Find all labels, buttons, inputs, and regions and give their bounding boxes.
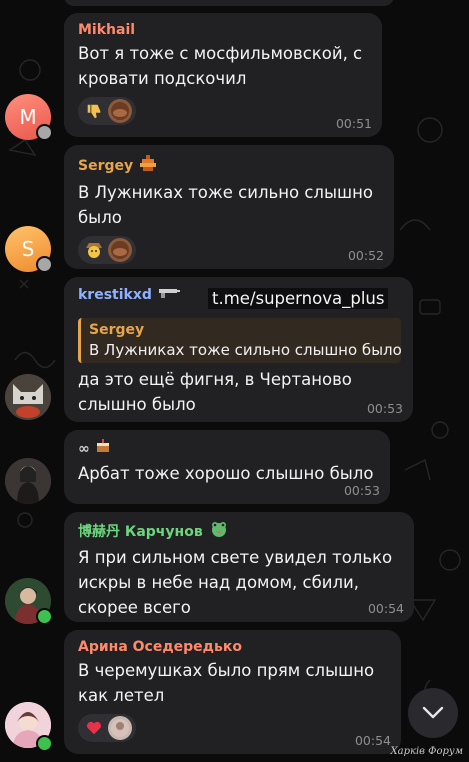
reaction-avatar-icon[interactable] xyxy=(108,238,132,262)
reaction-avatar-icon[interactable] xyxy=(108,716,132,740)
red-heart-icon[interactable] xyxy=(82,716,106,740)
gun-badge-icon xyxy=(157,285,181,304)
message-bubble[interactable]: ∞ Арбат тоже хорошо слышно было 00:53 xyxy=(64,430,390,504)
message-time: 00:53 xyxy=(366,401,403,416)
author-name[interactable]: 博赫丹 Карчунов xyxy=(78,520,402,543)
message-text: В Лужниках тоже сильно слышно было xyxy=(78,183,373,227)
message-bubble[interactable]: Mikhail Вот я тоже с мосфильмовской, с к… xyxy=(64,13,382,137)
fire-pixel-badge-icon xyxy=(138,153,158,178)
message-text: Арбат тоже хорошо слышно было xyxy=(78,464,374,483)
author-name[interactable]: Sergey xyxy=(78,153,382,178)
status-dot xyxy=(36,608,53,625)
message-text: Я при сильном свете увидел только искры … xyxy=(78,548,393,617)
author-name[interactable]: Mikhail xyxy=(78,21,370,39)
previous-message-bubble xyxy=(64,0,394,6)
chevron-down-icon xyxy=(422,706,444,719)
message-time: 00:54 xyxy=(367,601,404,616)
message-bubble[interactable]: 博赫丹 Карчунов Я при сильном свете увидел … xyxy=(64,512,414,622)
author-name[interactable]: Арина Оседередько xyxy=(78,638,389,656)
status-dot xyxy=(36,735,53,752)
thumbs-down-icon[interactable] xyxy=(82,99,106,123)
reactions-bar xyxy=(78,714,136,742)
message-time: 00:52 xyxy=(347,248,384,263)
message-time: 00:54 xyxy=(354,733,391,748)
avatar[interactable] xyxy=(5,458,51,504)
message-text: Вот я тоже с мосфильмовской, с кровати п… xyxy=(78,44,363,88)
message-bubble[interactable]: Sergey В Лужниках тоже сильно слышно был… xyxy=(64,145,394,269)
forum-watermark: Харків Форум xyxy=(390,746,463,757)
channel-link-watermark[interactable]: t.me/supernova_plus xyxy=(208,288,389,309)
cat-photo-icon xyxy=(5,374,51,420)
cake-badge-icon xyxy=(95,438,111,459)
avatar[interactable] xyxy=(5,374,51,420)
reply-text: В Лужниках тоже сильно слышно было xyxy=(89,341,402,359)
cowboy-emoji-icon[interactable] xyxy=(82,238,106,262)
reply-author: Sergey xyxy=(89,322,145,338)
status-dot xyxy=(36,256,53,273)
reactions-bar xyxy=(78,97,136,125)
message-time: 00:53 xyxy=(343,483,380,498)
status-dot xyxy=(36,124,53,141)
reply-quote[interactable]: Sergey В Лужниках тоже сильно слышно был… xyxy=(78,318,402,363)
author-name[interactable]: ∞ xyxy=(78,438,378,459)
message-text: В черемушках было прям слышно как летел xyxy=(78,661,375,705)
reactions-bar xyxy=(78,236,136,264)
scroll-down-button[interactable] xyxy=(408,688,458,738)
person-photo-icon xyxy=(5,458,51,504)
message-text: да это ещё фигня, в Чертаново слышно был… xyxy=(78,370,352,414)
message-bubble[interactable]: Арина Оседередько В черемушках было прям… xyxy=(64,630,401,754)
message-time: 00:51 xyxy=(335,116,372,131)
frog-heart-badge-icon xyxy=(208,520,230,543)
reaction-avatar-icon[interactable] xyxy=(108,99,132,123)
